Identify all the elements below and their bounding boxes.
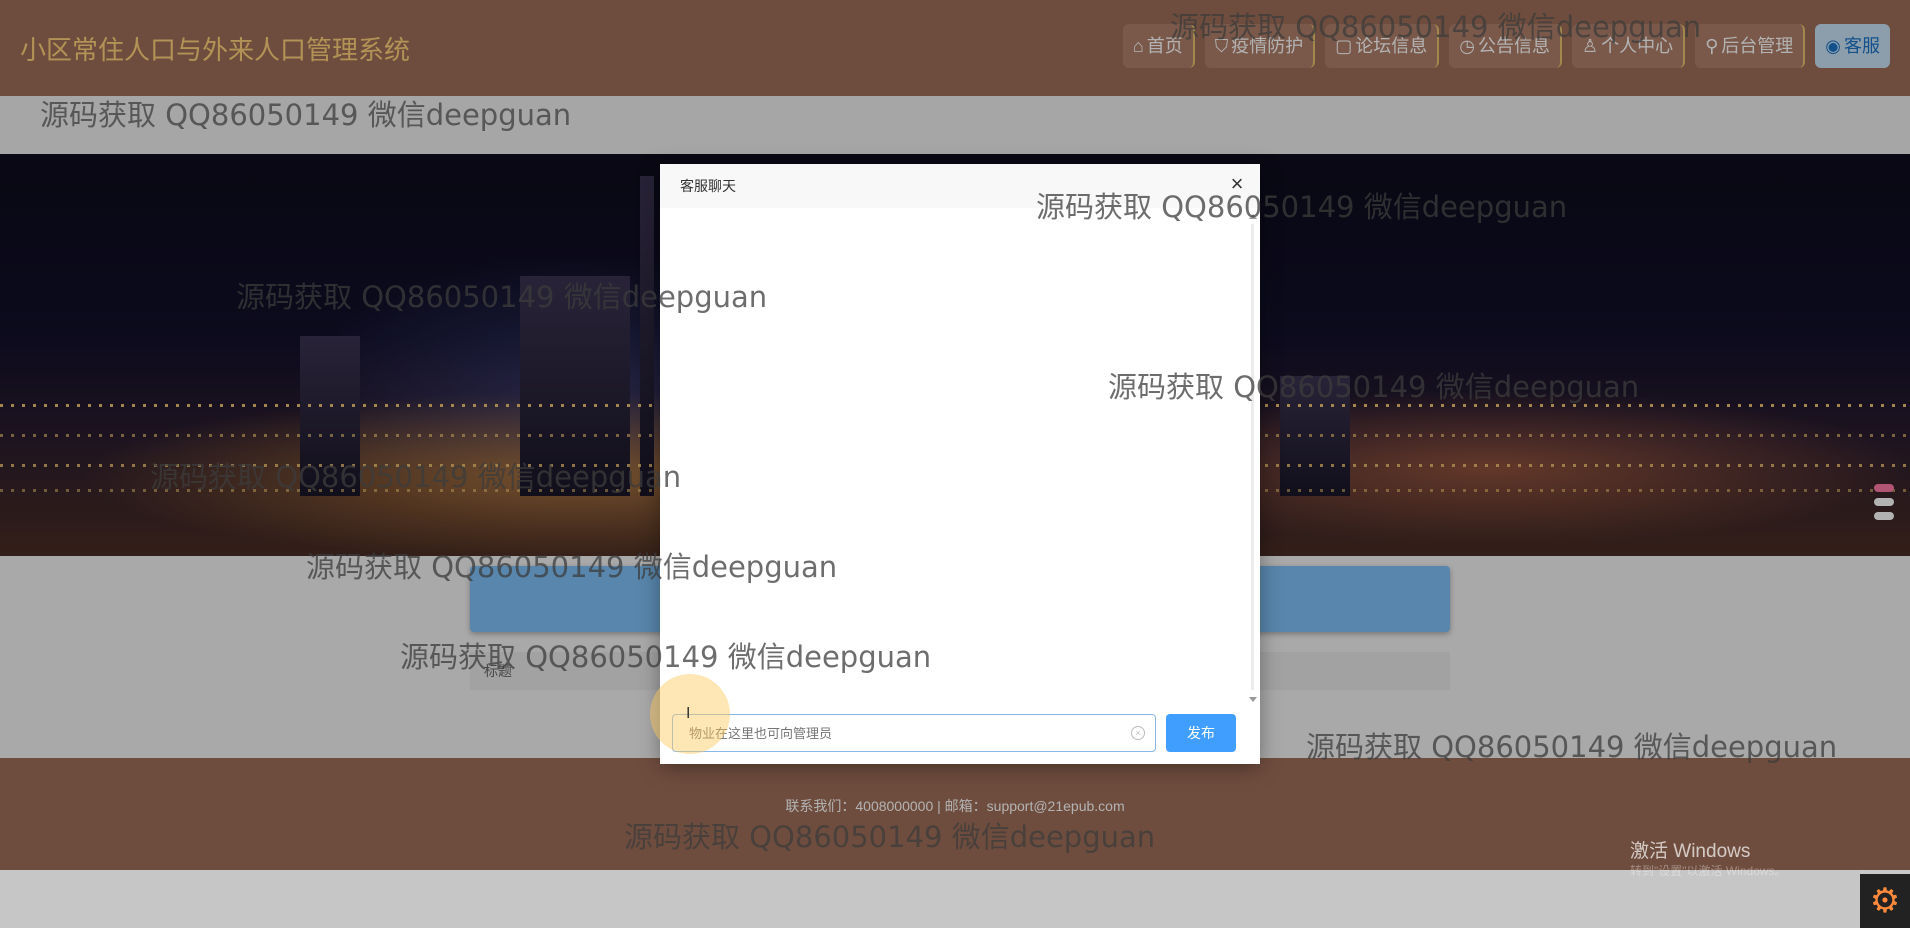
activate-windows-hint: 转到"设置"以激活 Windows。 — [1630, 864, 1787, 878]
watermark: 源码获取 QQ86050149 微信deepguan — [1306, 730, 1838, 764]
watermark: 源码获取 QQ86050149 微信deepguan — [1108, 370, 1640, 404]
watermark: 源码获取 QQ86050149 微信deepguan — [150, 460, 682, 494]
gear-icon: ⚙ — [1869, 882, 1901, 920]
activate-windows-text: 激活 Windows — [1630, 841, 1751, 862]
scroll-track[interactable] — [1251, 224, 1254, 690]
watermark: 源码获取 QQ86050149 微信deepguan — [306, 550, 838, 584]
watermark: 源码获取 QQ86050149 微信deepguan — [40, 98, 572, 132]
watermark: 源码获取 QQ86050149 微信deepguan — [1036, 190, 1568, 224]
text-cursor-icon: I — [686, 705, 691, 722]
chat-input-wrapper: × — [672, 714, 1156, 752]
watermark: 源码获取 QQ86050149 微信deepguan — [400, 640, 932, 674]
send-button[interactable]: 发布 — [1166, 714, 1236, 752]
chat-message-input[interactable] — [687, 715, 1131, 751]
chat-input-row: × 发布 — [672, 714, 1248, 754]
chat-scrollbar[interactable] — [1248, 214, 1258, 702]
clear-icon[interactable]: × — [1131, 726, 1145, 740]
watermark: 源码获取 QQ86050149 微信deepguan — [1170, 10, 1702, 44]
watermark: 源码获取 QQ86050149 微信deepguan — [236, 280, 768, 314]
taskbar-app-icon[interactable]: ⚙ — [1860, 874, 1910, 928]
chat-dialog-title: 客服聊天 — [680, 178, 736, 194]
watermark: 源码获取 QQ86050149 微信deepguan — [624, 820, 1156, 854]
scroll-down-arrow-icon[interactable] — [1249, 697, 1257, 702]
bottom-strip — [0, 870, 1860, 928]
